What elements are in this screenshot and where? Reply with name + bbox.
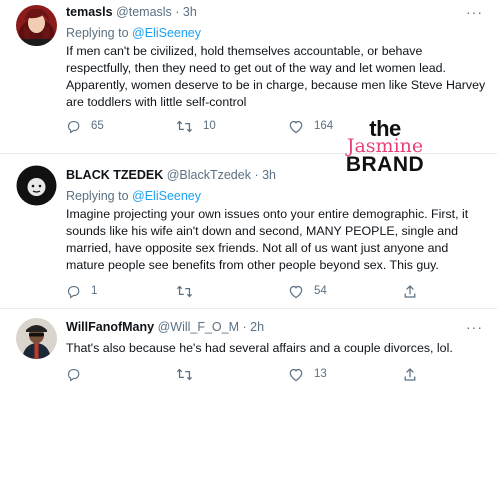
timestamp[interactable]: · 2h <box>243 320 265 334</box>
more-icon[interactable]: ··· <box>466 5 483 19</box>
reply-icon <box>66 119 81 134</box>
watermark-brand: BRAND <box>345 153 425 176</box>
display-name[interactable]: BLACK TZEDEK <box>66 168 163 182</box>
like-icon <box>288 284 304 299</box>
timestamp[interactable]: · 3h <box>254 168 276 182</box>
tweet-text-line: That's also because he's had several aff… <box>66 341 453 355</box>
like-count: 54 <box>314 285 327 297</box>
avatar[interactable] <box>16 318 57 359</box>
replying-to: Replying to @EliSeeney <box>66 188 201 204</box>
retweet-button[interactable] <box>176 366 193 382</box>
mention-link[interactable]: @EliSeeney <box>132 189 201 203</box>
tweet[interactable]: WillFanofMany @Will_F_O_M · 2h ··· That'… <box>0 309 497 381</box>
retweet-count: 10 <box>203 120 216 132</box>
replying-to: Replying to @EliSeeney <box>66 25 201 41</box>
retweet-button[interactable]: 10 <box>176 118 216 134</box>
retweet-icon <box>176 284 193 299</box>
avatar[interactable] <box>16 165 57 206</box>
tweet-text-line: are toddlers with little self-control <box>66 95 247 109</box>
like-button[interactable]: 13 <box>288 366 327 382</box>
like-icon <box>288 367 304 382</box>
mention-link[interactable]: @EliSeeney <box>132 26 201 40</box>
tweet-text-line: mature people see benefits from other pe… <box>66 258 439 272</box>
like-count: 13 <box>314 368 327 380</box>
like-icon <box>288 119 304 134</box>
tweet-text-line: Imagine projecting your own issues onto … <box>66 207 469 221</box>
more-icon[interactable]: ··· <box>466 320 483 334</box>
like-button[interactable]: 164 <box>288 118 333 134</box>
share-icon <box>403 367 417 382</box>
tweet-header: WillFanofMany @Will_F_O_M · 2h <box>66 319 264 335</box>
display-name[interactable]: temasls <box>66 5 113 19</box>
tweet-text: Imagine projecting your own issues onto … <box>66 206 468 274</box>
replying-to-label: Replying to <box>66 189 129 203</box>
tweet-text-line: Apparently, women deserve to be in charg… <box>66 78 486 92</box>
tweet-header: temasls @temasls · 3h <box>66 4 197 20</box>
share-button[interactable] <box>403 366 417 382</box>
timestamp[interactable]: · 3h <box>175 5 197 19</box>
like-button[interactable]: 54 <box>288 283 327 299</box>
retweet-icon <box>176 367 193 382</box>
tweet-text-line: If men can't be civilized, hold themselv… <box>66 44 423 58</box>
tweet-header: BLACK TZEDEK @BlackTzedek · 3h <box>66 167 276 183</box>
tweet-text: If men can't be civilized, hold themselv… <box>66 43 485 111</box>
reply-count: 1 <box>91 285 98 297</box>
tweet-thread: temasls @temasls · 3h ··· Replying to @E… <box>0 0 500 500</box>
reply-count: 65 <box>91 120 104 132</box>
display-name[interactable]: WillFanofMany <box>66 320 154 334</box>
reply-icon <box>66 284 81 299</box>
user-handle[interactable]: @BlackTzedek <box>167 168 251 182</box>
reply-icon <box>66 367 81 382</box>
tweet-text-line: respectfully, then they need to get out … <box>66 61 446 75</box>
tweet-text-line: sounds like his wife ain't down and seco… <box>66 224 458 238</box>
share-icon <box>403 284 417 299</box>
reply-button[interactable] <box>66 366 81 382</box>
reply-button[interactable]: 1 <box>66 283 97 299</box>
retweet-icon <box>176 119 193 134</box>
reply-button[interactable]: 65 <box>66 118 104 134</box>
retweet-button[interactable] <box>176 283 203 299</box>
tweet-text: That's also because he's had several aff… <box>66 340 453 357</box>
watermark-logo: the Jasmine BRAND <box>330 118 440 180</box>
user-handle[interactable]: @Will_F_O_M <box>158 320 239 334</box>
avatar[interactable] <box>16 5 57 46</box>
user-handle[interactable]: @temasls <box>116 5 172 19</box>
share-button[interactable] <box>403 283 417 299</box>
replying-to-label: Replying to <box>66 26 129 40</box>
tweet-text-line: married, have opposite sex friends. Not … <box>66 241 449 255</box>
